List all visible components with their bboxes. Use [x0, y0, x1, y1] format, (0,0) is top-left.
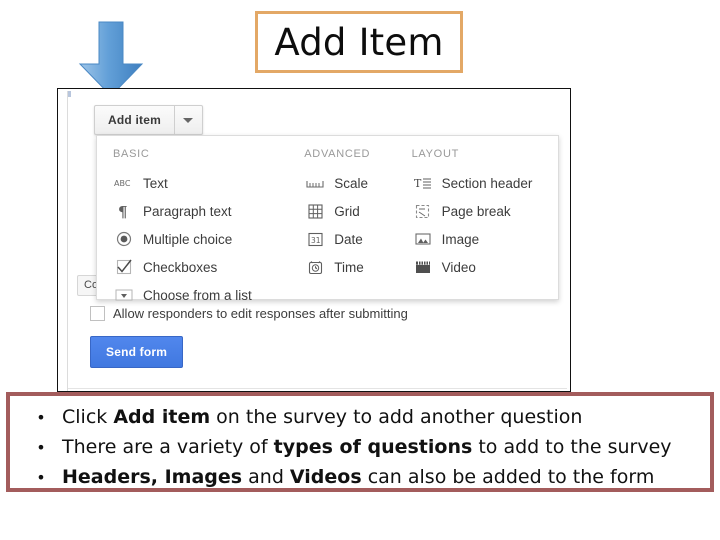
- add-item-dropdown-toggle[interactable]: [173, 105, 203, 135]
- menu-item-paragraph-text[interactable]: ¶ Paragraph text: [113, 197, 304, 225]
- add-item-split-button[interactable]: Add item: [94, 105, 203, 135]
- menu-column-layout: LAYOUT T Section header Page break Image…: [412, 148, 558, 299]
- bullet-text: There are a variety of types of question…: [62, 434, 672, 460]
- page-break-icon: [412, 204, 434, 219]
- abc-text-icon: ABC: [113, 177, 135, 189]
- page-title: Add Item: [255, 11, 463, 73]
- form-bottom-divider: [68, 388, 567, 389]
- pilcrow-icon: ¶: [113, 203, 135, 219]
- add-item-dropdown-menu[interactable]: BASIC ABC Text ¶ Paragraph text Multiple…: [96, 135, 559, 303]
- menu-item-multiple-choice[interactable]: Multiple choice: [113, 225, 304, 253]
- menu-column-basic: BASIC ABC Text ¶ Paragraph text Multiple…: [97, 148, 304, 303]
- bullet-part: There are a variety of: [62, 436, 274, 458]
- menu-item-section-header[interactable]: T Section header: [412, 169, 558, 197]
- dropdown-list-icon: [113, 288, 135, 302]
- menu-item-image[interactable]: Image: [412, 225, 558, 253]
- svg-text:T: T: [414, 177, 422, 190]
- chevron-down-icon: [183, 117, 194, 123]
- blue-down-arrow-icon: [78, 21, 144, 97]
- allow-edit-checkbox[interactable]: [90, 306, 105, 321]
- bullet-callout-box: • Click Add item on the survey to add an…: [6, 392, 714, 492]
- menu-item-label: Multiple choice: [143, 231, 233, 247]
- menu-item-label: Choose from a list: [143, 287, 252, 303]
- menu-item-label: Paragraph text: [143, 203, 232, 219]
- screenshot-panel: Co Add item BASIC ABC Text ¶ Paragraph t…: [57, 88, 571, 392]
- bullet-part-bold: Headers, Images: [62, 466, 243, 488]
- menu-item-checkboxes[interactable]: Checkboxes: [113, 253, 304, 281]
- bullet-marker: •: [36, 468, 46, 487]
- bullet-part: can also be added to the form: [361, 466, 655, 488]
- menu-item-label: Video: [441, 259, 476, 275]
- menu-item-label: Grid: [334, 203, 360, 219]
- bullet-part-bold: types of questions: [273, 436, 473, 458]
- bullet-marker: •: [36, 438, 46, 457]
- svg-text:31: 31: [311, 236, 321, 245]
- menu-item-scale[interactable]: Scale: [304, 169, 411, 197]
- menu-item-time[interactable]: Time: [304, 253, 411, 281]
- bullet-item: • There are a variety of types of questi…: [20, 434, 700, 461]
- send-form-button[interactable]: Send form: [90, 336, 184, 368]
- menu-item-page-break[interactable]: Page break: [412, 197, 558, 225]
- bullet-item: • Headers, Images and Videos can also be…: [20, 464, 700, 491]
- menu-item-label: Image: [441, 231, 480, 247]
- bullet-part-bold: Videos: [289, 466, 362, 488]
- video-clapper-icon: [412, 260, 434, 274]
- bullet-part: and: [242, 466, 290, 488]
- google-form-page: Co Add item BASIC ABC Text ¶ Paragraph t…: [67, 91, 567, 391]
- menu-item-label: Scale: [334, 175, 369, 191]
- calendar-31-icon: 31: [304, 232, 326, 247]
- add-item-button-label[interactable]: Add item: [94, 105, 174, 135]
- menu-item-text[interactable]: ABC Text: [113, 169, 304, 197]
- menu-item-label: Text: [143, 175, 168, 191]
- bullet-item: • Click Add item on the survey to add an…: [20, 404, 700, 431]
- bullet-part-bold: Add item: [113, 406, 211, 428]
- bullet-part: on the survey to add another question: [210, 406, 583, 428]
- bullet-part: Click: [62, 406, 114, 428]
- menu-item-label: Section header: [441, 175, 533, 191]
- menu-column-advanced: ADVANCED Scale Grid 31 Date Time: [304, 148, 411, 299]
- menu-column-heading: ADVANCED: [304, 148, 371, 160]
- clock-icon: [304, 260, 326, 275]
- menu-item-label: Page break: [441, 203, 511, 219]
- menu-item-grid[interactable]: Grid: [304, 197, 411, 225]
- radio-button-icon: [113, 231, 135, 247]
- menu-item-video[interactable]: Video: [412, 253, 558, 281]
- grid-icon: [304, 203, 326, 219]
- svg-text:ABC: ABC: [114, 179, 131, 188]
- menu-item-label: Time: [334, 259, 364, 275]
- ruler-scale-icon: [304, 177, 326, 189]
- menu-column-heading: LAYOUT: [411, 148, 460, 160]
- menu-column-heading: BASIC: [113, 148, 150, 160]
- svg-text:¶: ¶: [118, 203, 128, 219]
- allow-edit-responses-row[interactable]: Allow responders to edit responses after…: [90, 306, 408, 321]
- menu-item-date[interactable]: 31 Date: [304, 225, 411, 253]
- menu-item-label: Checkboxes: [143, 259, 218, 275]
- bullet-part: to add to the survey: [472, 436, 672, 458]
- section-header-icon: T: [412, 176, 434, 190]
- checkbox-check-icon: [113, 259, 135, 275]
- bullet-text: Click Add item on the survey to add anot…: [62, 404, 582, 430]
- bullet-text: Headers, Images and Videos can also be a…: [62, 464, 654, 490]
- menu-item-choose-from-a-list[interactable]: Choose from a list: [113, 281, 304, 309]
- page-title-text: Add Item: [274, 20, 444, 64]
- menu-item-label: Date: [334, 231, 363, 247]
- image-icon: [412, 232, 434, 246]
- allow-edit-label: Allow responders to edit responses after…: [113, 306, 408, 321]
- bullet-marker: •: [36, 408, 46, 427]
